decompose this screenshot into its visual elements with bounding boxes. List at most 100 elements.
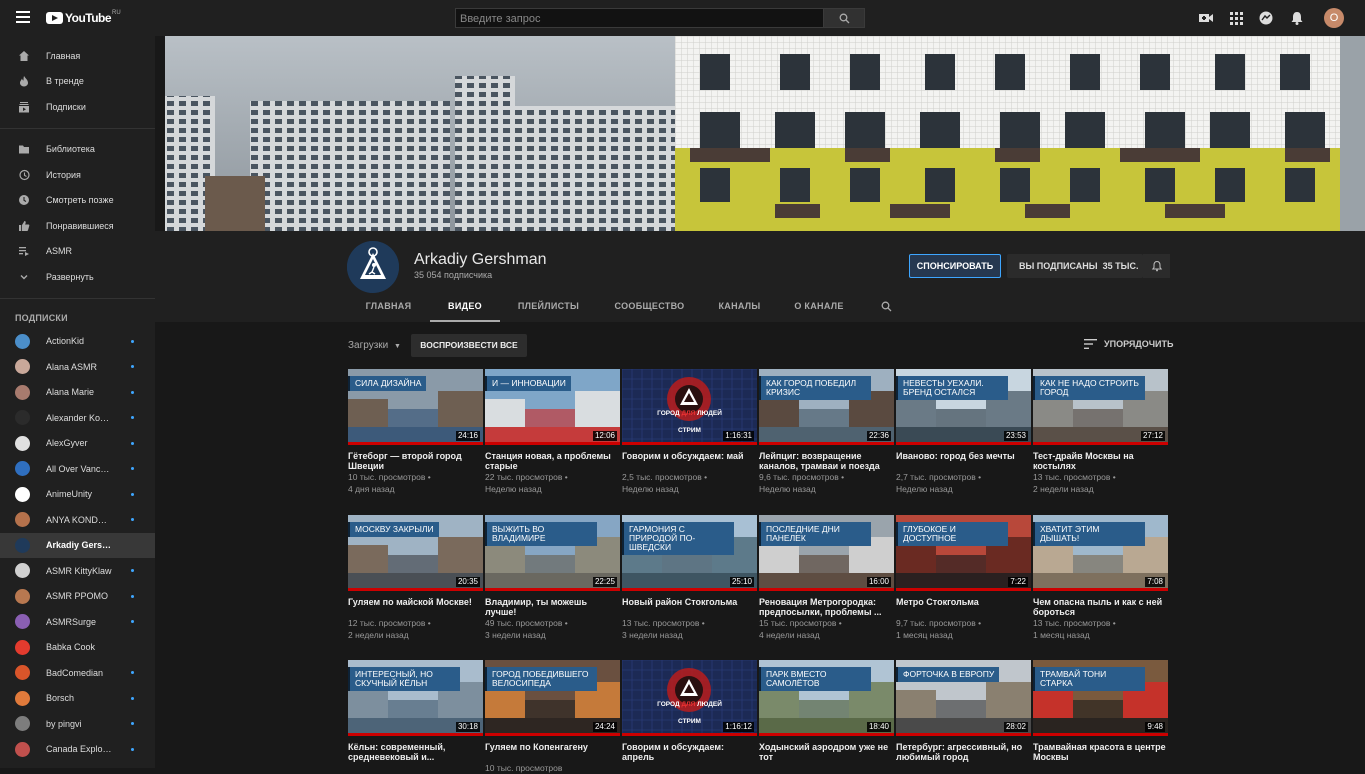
subscription-item[interactable]: Arkadiy Gershman bbox=[0, 532, 155, 558]
tab-playlists[interactable]: ПЛЕЙЛИСТЫ bbox=[500, 292, 597, 322]
video-card[interactable]: ГАРМОНИЯ С ПРИРОДОЙ ПО-ШВЕДСКИ 25:10 Новый… bbox=[622, 515, 757, 641]
subscription-item[interactable]: Alana ASMR bbox=[0, 354, 155, 380]
channel-search-button[interactable] bbox=[861, 292, 911, 322]
video-title[interactable]: Трамвайная красота в центре Москвы bbox=[1033, 742, 1168, 762]
subscription-item[interactable]: ANYA KONDRA... bbox=[0, 507, 155, 533]
search-input[interactable] bbox=[456, 10, 823, 28]
subscription-item[interactable]: Babka Cook bbox=[0, 635, 155, 661]
video-thumbnail[interactable]: ГОРОД ДЛЯ ЛЮДЕЙ СТРИМ 1:16:12 bbox=[622, 660, 757, 736]
video-title[interactable]: Говорим и обсуждаем: апрель bbox=[622, 742, 757, 762]
subscription-item[interactable]: BadComedian bbox=[0, 660, 155, 686]
video-card[interactable]: ХВАТИТ ЭТИМ ДЫШАТЬ! 7:08 Чем опасна пыль и… bbox=[1033, 515, 1168, 641]
video-card[interactable]: ГОРОД ПОБЕДИВШЕГО ВЕЛОСИПЕДА 24:24 Гуляем … bbox=[485, 660, 620, 774]
subscription-item[interactable]: AnimeUnity bbox=[0, 482, 155, 508]
messages-icon[interactable] bbox=[1258, 10, 1274, 26]
video-title[interactable]: Иваново: город без мечты bbox=[896, 451, 1031, 471]
video-title[interactable]: Станция новая, а проблемы старые bbox=[485, 451, 620, 471]
video-card[interactable]: ГЛУБОКОЕ И ДОСТУПНОЕ 7:22 Метро Стокгольма… bbox=[896, 515, 1031, 641]
video-card[interactable]: ПАРК ВМЕСТО САМОЛЁТОВ 18:40 Ходынский аэро… bbox=[759, 660, 894, 762]
sidebar-item-asmr-playlist[interactable]: ASMR bbox=[0, 239, 155, 265]
video-title[interactable]: Лейпциг: возвращение каналов, трамваи и … bbox=[759, 451, 894, 471]
video-title[interactable]: Чем опасна пыль и как с ней бороться bbox=[1033, 597, 1168, 617]
video-title[interactable]: Говорим и обсуждаем: май bbox=[622, 451, 757, 471]
youtube-logo[interactable]: YouTube RU bbox=[46, 10, 121, 25]
video-thumbnail[interactable]: ГОРОД ПОБЕДИВШЕГО ВЕЛОСИПЕДА 24:24 bbox=[485, 660, 620, 736]
video-title[interactable]: Гуляем по Копенгагену bbox=[485, 742, 620, 762]
sidebar-item-subscriptions[interactable]: Подписки bbox=[0, 94, 155, 120]
subscription-item[interactable]: Alexander Kon... bbox=[0, 405, 155, 431]
video-title[interactable]: Кёльн: современный, средневековый и... bbox=[348, 742, 483, 762]
subscription-item[interactable]: All Over Vanco... bbox=[0, 456, 155, 482]
tab-community[interactable]: СООБЩЕСТВО bbox=[597, 292, 702, 322]
sidebar-item-home[interactable]: Главная bbox=[0, 43, 155, 69]
play-all-button[interactable]: ВОСПРОИЗВЕСТИ ВСЕ bbox=[411, 334, 527, 357]
video-card[interactable]: ИНТЕРЕСНЫЙ, НО СКУЧНЫЙ КЁЛЬН 30:18 Кёльн: … bbox=[348, 660, 483, 762]
video-title[interactable]: Метро Стокгольма bbox=[896, 597, 1031, 617]
user-avatar[interactable]: O bbox=[1324, 8, 1344, 28]
subscription-item[interactable]: Borsch bbox=[0, 686, 155, 712]
video-thumbnail[interactable]: ГОРОД ДЛЯ ЛЮДЕЙ СТРИМ 1:16:31 bbox=[622, 369, 757, 445]
video-card[interactable]: И — ИННОВАЦИИ 12:06 Станция новая, а пробл… bbox=[485, 369, 620, 495]
video-thumbnail[interactable]: ТРАМВАЙ ТОНИ СТАРКА 9:48 bbox=[1033, 660, 1168, 736]
video-thumbnail[interactable]: ФОРТОЧКА В ЕВРОПУ 28:02 bbox=[896, 660, 1031, 736]
video-title[interactable]: Гётеборг — второй город Швеции bbox=[348, 451, 483, 471]
video-card[interactable]: МОСКВУ ЗАКРЫЛИ 20:35 Гуляем по майской Мос… bbox=[348, 515, 483, 641]
subscription-item[interactable]: ASMRSurge bbox=[0, 609, 155, 635]
video-title[interactable]: Новый район Стокгольма bbox=[622, 597, 757, 617]
video-card[interactable]: ГОРОД ДЛЯ ЛЮДЕЙ СТРИМ 1:16:31 Говорим и обс… bbox=[622, 369, 757, 495]
menu-icon[interactable] bbox=[16, 11, 30, 23]
subscription-item[interactable]: Canada Explorer bbox=[0, 737, 155, 763]
video-thumbnail[interactable]: МОСКВУ ЗАКРЫЛИ 20:35 bbox=[348, 515, 483, 591]
subscription-item[interactable]: ASMR PPOMO bbox=[0, 584, 155, 610]
notification-bell-button[interactable] bbox=[1143, 254, 1170, 278]
video-thumbnail[interactable]: КАК НЕ НАДО СТРОИТЬ ГОРОД 27:12 bbox=[1033, 369, 1168, 445]
video-thumbnail[interactable]: ПОСЛЕДНИЕ ДНИ ПАНЕЛЕК 16:00 bbox=[759, 515, 894, 591]
video-card[interactable]: ТРАМВАЙ ТОНИ СТАРКА 9:48 Трамвайная красот… bbox=[1033, 660, 1168, 762]
video-thumbnail[interactable]: ГЛУБОКОЕ И ДОСТУПНОЕ 7:22 bbox=[896, 515, 1031, 591]
sponsor-button[interactable]: СПОНСИРОВАТЬ bbox=[909, 254, 1001, 278]
subscription-item[interactable]: AlexGyver bbox=[0, 431, 155, 457]
video-card[interactable]: СИЛА ДИЗАЙНА 24:16 Гётеборг — второй город… bbox=[348, 369, 483, 495]
video-thumbnail[interactable]: КАК ГОРОД ПОБЕДИЛ КРИЗИС 22:36 bbox=[759, 369, 894, 445]
tab-videos[interactable]: ВИДЕО bbox=[430, 292, 500, 322]
notifications-bell-icon[interactable] bbox=[1289, 10, 1305, 26]
video-thumbnail[interactable]: ПАРК ВМЕСТО САМОЛЁТОВ 18:40 bbox=[759, 660, 894, 736]
subscription-item[interactable]: ActionKid bbox=[0, 329, 155, 355]
subscription-item[interactable]: Alana Marie bbox=[0, 380, 155, 406]
video-card[interactable]: ВЫЖИТЬ ВО ВЛАДИМИРЕ 22:25 Владимир, ты мож… bbox=[485, 515, 620, 641]
uploads-dropdown[interactable]: Загрузки ▼ bbox=[348, 340, 401, 351]
sidebar-item-expand[interactable]: Развернуть bbox=[0, 264, 155, 290]
video-thumbnail[interactable]: ИНТЕРЕСНЫЙ, НО СКУЧНЫЙ КЁЛЬН 30:18 bbox=[348, 660, 483, 736]
video-card[interactable]: КАК ГОРОД ПОБЕДИЛ КРИЗИС 22:36 Лейпциг: во… bbox=[759, 369, 894, 495]
video-thumbnail[interactable]: НЕВЕСТЫ УЕХАЛИ. БРЕНД ОСТАЛСЯ 23:53 bbox=[896, 369, 1031, 445]
video-thumbnail[interactable]: ХВАТИТ ЭТИМ ДЫШАТЬ! 7:08 bbox=[1033, 515, 1168, 591]
video-card[interactable]: ФОРТОЧКА В ЕВРОПУ 28:02 Петербург: агресси… bbox=[896, 660, 1031, 762]
sidebar-item-history[interactable]: История bbox=[0, 162, 155, 188]
video-title[interactable]: Реновация Метрогородка: предпосылки, про… bbox=[759, 597, 894, 617]
tab-home[interactable]: ГЛАВНАЯ bbox=[347, 292, 430, 322]
video-thumbnail[interactable]: ВЫЖИТЬ ВО ВЛАДИМИРЕ 22:25 bbox=[485, 515, 620, 591]
sort-button[interactable]: УПОРЯДОЧИТЬ bbox=[1084, 339, 1174, 349]
tab-about[interactable]: О КАНАЛЕ bbox=[777, 292, 861, 322]
video-title[interactable]: Гуляем по майской Москве! bbox=[348, 597, 483, 617]
sidebar-item-watch-later[interactable]: Смотреть позже bbox=[0, 188, 155, 214]
subscribed-button[interactable]: ВЫ ПОДПИСАНЫ 35 ТЫС. bbox=[1007, 254, 1143, 278]
channel-avatar[interactable] bbox=[347, 241, 399, 293]
video-title[interactable]: Тест-драйв Москвы на костылях bbox=[1033, 451, 1168, 471]
video-card[interactable]: ГОРОД ДЛЯ ЛЮДЕЙ СТРИМ 1:16:12 Говорим и обс… bbox=[622, 660, 757, 762]
video-title[interactable]: Петербург: агрессивный, но любимый город bbox=[896, 742, 1031, 762]
video-card[interactable]: КАК НЕ НАДО СТРОИТЬ ГОРОД 27:12 Тест-драйв… bbox=[1033, 369, 1168, 495]
sidebar-item-trending[interactable]: В тренде bbox=[0, 69, 155, 95]
video-thumbnail[interactable]: ГАРМОНИЯ С ПРИРОДОЙ ПО-ШВЕДСКИ 25:10 bbox=[622, 515, 757, 591]
video-thumbnail[interactable]: СИЛА ДИЗАЙНА 24:16 bbox=[348, 369, 483, 445]
subscription-item[interactable]: ASMR KittyKlaw bbox=[0, 558, 155, 584]
subscription-item[interactable]: by pingvi bbox=[0, 711, 155, 737]
video-card[interactable]: НЕВЕСТЫ УЕХАЛИ. БРЕНД ОСТАЛСЯ 23:53 Иванов… bbox=[896, 369, 1031, 495]
video-title[interactable]: Ходынский аэродром уже не тот bbox=[759, 742, 894, 762]
sidebar-item-library[interactable]: Библиотека bbox=[0, 137, 155, 163]
search-button[interactable] bbox=[823, 8, 865, 28]
create-video-icon[interactable] bbox=[1198, 10, 1214, 26]
video-card[interactable]: ПОСЛЕДНИЕ ДНИ ПАНЕЛЕК 16:00 Реновация Метр… bbox=[759, 515, 894, 641]
sidebar-item-liked[interactable]: Понравившиеся bbox=[0, 213, 155, 239]
video-title[interactable]: Владимир, ты можешь лучше! bbox=[485, 597, 620, 617]
